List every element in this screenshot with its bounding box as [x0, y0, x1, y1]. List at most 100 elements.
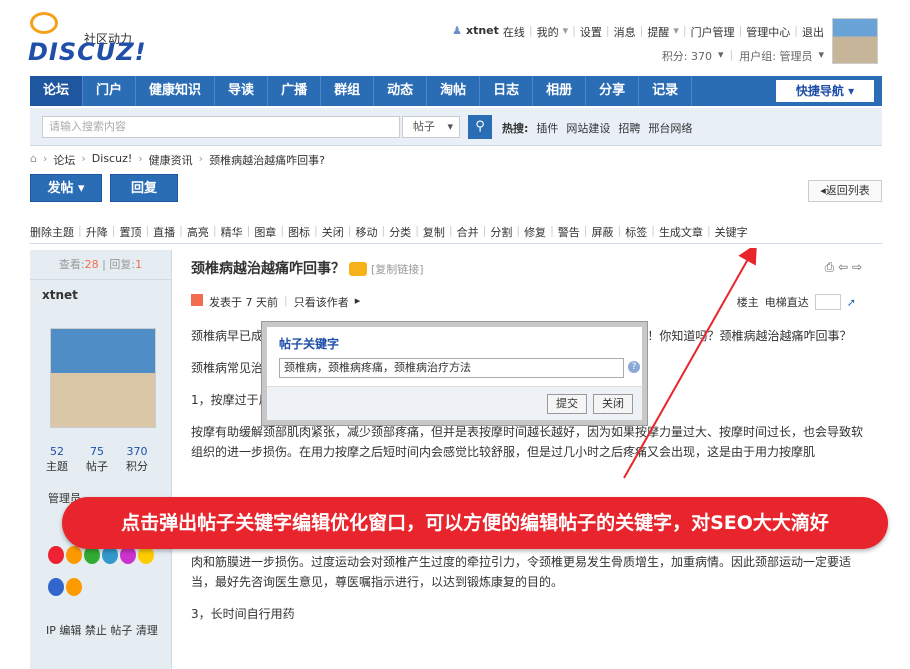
search-input[interactable]: 请输入搜索内容	[42, 116, 400, 138]
hot-link[interactable]: 网站建设	[566, 120, 610, 136]
mod-highlight[interactable]: 高亮	[187, 224, 209, 240]
nav-item-collections[interactable]: 淘帖	[427, 76, 481, 106]
quick-nav-button[interactable]: 快捷导航 ▾	[776, 80, 874, 102]
mod-icon[interactable]: 图标	[288, 224, 310, 240]
author-sidebar: 查看:28 | 回复:1 xtnet 52 主题 75 帖子 370 积分 管理员 I…	[30, 250, 172, 669]
floor-jump-label: 电梯直达	[764, 296, 809, 309]
mod-stamp[interactable]: 图章	[254, 224, 276, 240]
author-name[interactable]: xtnet	[30, 280, 171, 310]
medal-icon	[48, 578, 64, 596]
submit-button[interactable]: 提交	[547, 394, 587, 414]
author-icon	[191, 294, 203, 306]
nav-item-records[interactable]: 记录	[639, 76, 693, 106]
medals	[48, 546, 160, 608]
user-menu: ♟ xtnet 在线 | 我的 ▾ | 设置 | 消息 | 提醒 ▾ | 门户管理 | 管理中心…	[452, 24, 824, 40]
jump-icon[interactable]: ➚	[847, 296, 856, 309]
keyword-input[interactable]: 颈椎病，颈椎病疼痛，颈椎病治疗方法	[279, 358, 624, 378]
mod-split[interactable]: 分割	[490, 224, 512, 240]
breadcrumb-item: 颈椎病越治越痛咋回事?	[209, 154, 325, 167]
post-info: 发表于 7 天前 | 只看该作者 ▸	[191, 294, 360, 310]
nav-item-portal[interactable]: 门户	[83, 76, 137, 106]
mod-copy[interactable]: 复制	[423, 224, 445, 240]
username-link[interactable]: xtnet	[466, 24, 499, 40]
breadcrumb-item[interactable]: 健康资讯	[149, 152, 193, 168]
new-post-button[interactable]: 发帖 ▾	[30, 174, 102, 202]
dialog-title: 帖子关键字	[279, 337, 340, 351]
mod-warn[interactable]: 警告	[558, 224, 580, 240]
usergroup-dropdown[interactable]: 用户组: 管理员	[739, 48, 812, 64]
mod-ban[interactable]: 屏蔽	[592, 224, 614, 240]
author-avatar[interactable]	[50, 328, 156, 428]
logo-bubble-icon	[30, 12, 58, 34]
post-buttons: 发帖 ▾ 回复	[30, 174, 178, 202]
online-status[interactable]: 在线	[503, 24, 525, 40]
stat-threads[interactable]: 52 主题	[46, 445, 68, 474]
logo-text: DISCUZ!	[28, 38, 147, 66]
prev-icon[interactable]: ⇦	[838, 260, 848, 274]
reply-button[interactable]: 回复	[110, 174, 178, 202]
mod-close[interactable]: 关闭	[322, 224, 344, 240]
user-info: 积分: 370 ▾ | 用户组: 管理员 ▾	[661, 48, 824, 64]
hot-searches: 热搜: 插件 网站建设 招聘 邢台网络	[502, 120, 692, 136]
mod-bump[interactable]: 升降	[86, 224, 108, 240]
nav-item-blog[interactable]: 日志	[480, 76, 534, 106]
post-title: 颈椎病越治越痛咋回事？ [复制链接]	[191, 261, 424, 277]
mod-live[interactable]: 直播	[153, 224, 175, 240]
notify-link[interactable]: 提醒	[647, 24, 669, 40]
mod-stick[interactable]: 置顶	[119, 224, 141, 240]
credits-dropdown[interactable]: 积分: 370	[662, 48, 712, 64]
chevron-down-icon: ▾	[447, 120, 453, 133]
settings-link[interactable]: 设置	[580, 24, 602, 40]
mod-merge[interactable]: 合并	[457, 224, 479, 240]
mod-repair[interactable]: 修复	[524, 224, 546, 240]
portal-admin-link[interactable]: 门户管理	[691, 24, 735, 40]
top-header: 社区动力 DISCUZ! ♟ xtnet 在线 | 我的 ▾ | 设置 | 消息 | 提醒…	[0, 0, 910, 74]
avatar[interactable]	[832, 18, 878, 64]
medal-icon	[66, 578, 82, 596]
admin-center-link[interactable]: 管理中心	[746, 24, 790, 40]
hot-label: 热搜:	[502, 122, 529, 135]
copy-link[interactable]: [复制链接]	[371, 263, 424, 276]
stat-posts[interactable]: 75 帖子	[86, 445, 108, 474]
mod-digest[interactable]: 精华	[221, 224, 243, 240]
nav-item-health[interactable]: 健康知识	[136, 76, 216, 106]
breadcrumb-item[interactable]: 论坛	[53, 152, 75, 168]
search-button[interactable]: ⚲	[468, 115, 492, 139]
my-menu[interactable]: 我的	[537, 24, 559, 40]
search-type-select[interactable]: 帖子 ▾	[402, 116, 460, 138]
search-bar: 请输入搜索内容 帖子 ▾ ⚲ 热搜: 插件 网站建设 招聘 邢台网络	[30, 108, 882, 146]
only-author-link[interactable]: 只看该作者	[294, 294, 349, 310]
mod-delete[interactable]: 删除主题	[30, 224, 74, 240]
hot-link[interactable]: 邢台网络	[648, 120, 692, 136]
logout-link[interactable]: 退出	[802, 24, 824, 40]
search-icon: ⚲	[475, 119, 485, 134]
mod-tags[interactable]: 标签	[625, 224, 647, 240]
home-icon[interactable]: ⌂	[30, 152, 37, 168]
floor-input[interactable]	[814, 294, 841, 310]
author-ops[interactable]: IP 编辑 禁止 帖子 清理	[46, 622, 158, 638]
nav-item-broadcast[interactable]: 广播	[268, 76, 322, 106]
nav-item-feed[interactable]: 动态	[374, 76, 428, 106]
nav-item-forum[interactable]: 论坛	[30, 76, 84, 106]
nav-item-groups[interactable]: 群组	[321, 76, 375, 106]
mod-generate-article[interactable]: 生成文章	[659, 224, 703, 240]
nav-item-album[interactable]: 相册	[533, 76, 587, 106]
keyword-dialog: 帖子关键字 颈椎病，颈椎病疼痛，颈椎病治疗方法 ? 提交 关闭	[262, 322, 647, 425]
mod-move[interactable]: 移动	[355, 224, 377, 240]
back-to-list-button[interactable]: ◂返回列表	[808, 180, 882, 202]
medal-icon	[66, 546, 82, 564]
next-icon[interactable]: ⇨	[852, 260, 862, 274]
dialog-footer: 提交 关闭	[267, 386, 642, 420]
nav-item-share[interactable]: 分享	[586, 76, 640, 106]
stat-credits[interactable]: 370 积分	[126, 445, 148, 474]
hot-link[interactable]: 插件	[536, 120, 558, 136]
breadcrumb-item[interactable]: Discuz!	[92, 152, 132, 168]
hot-link[interactable]: 招聘	[618, 120, 640, 136]
divider	[30, 243, 882, 244]
nav-item-guide[interactable]: 导读	[215, 76, 269, 106]
messages-link[interactable]: 消息	[614, 24, 636, 40]
mod-category[interactable]: 分类	[389, 224, 411, 240]
print-icon[interactable]: ⎙	[825, 260, 835, 274]
annotation-arrow	[623, 248, 757, 479]
mod-keywords[interactable]: 关键字	[715, 224, 748, 240]
